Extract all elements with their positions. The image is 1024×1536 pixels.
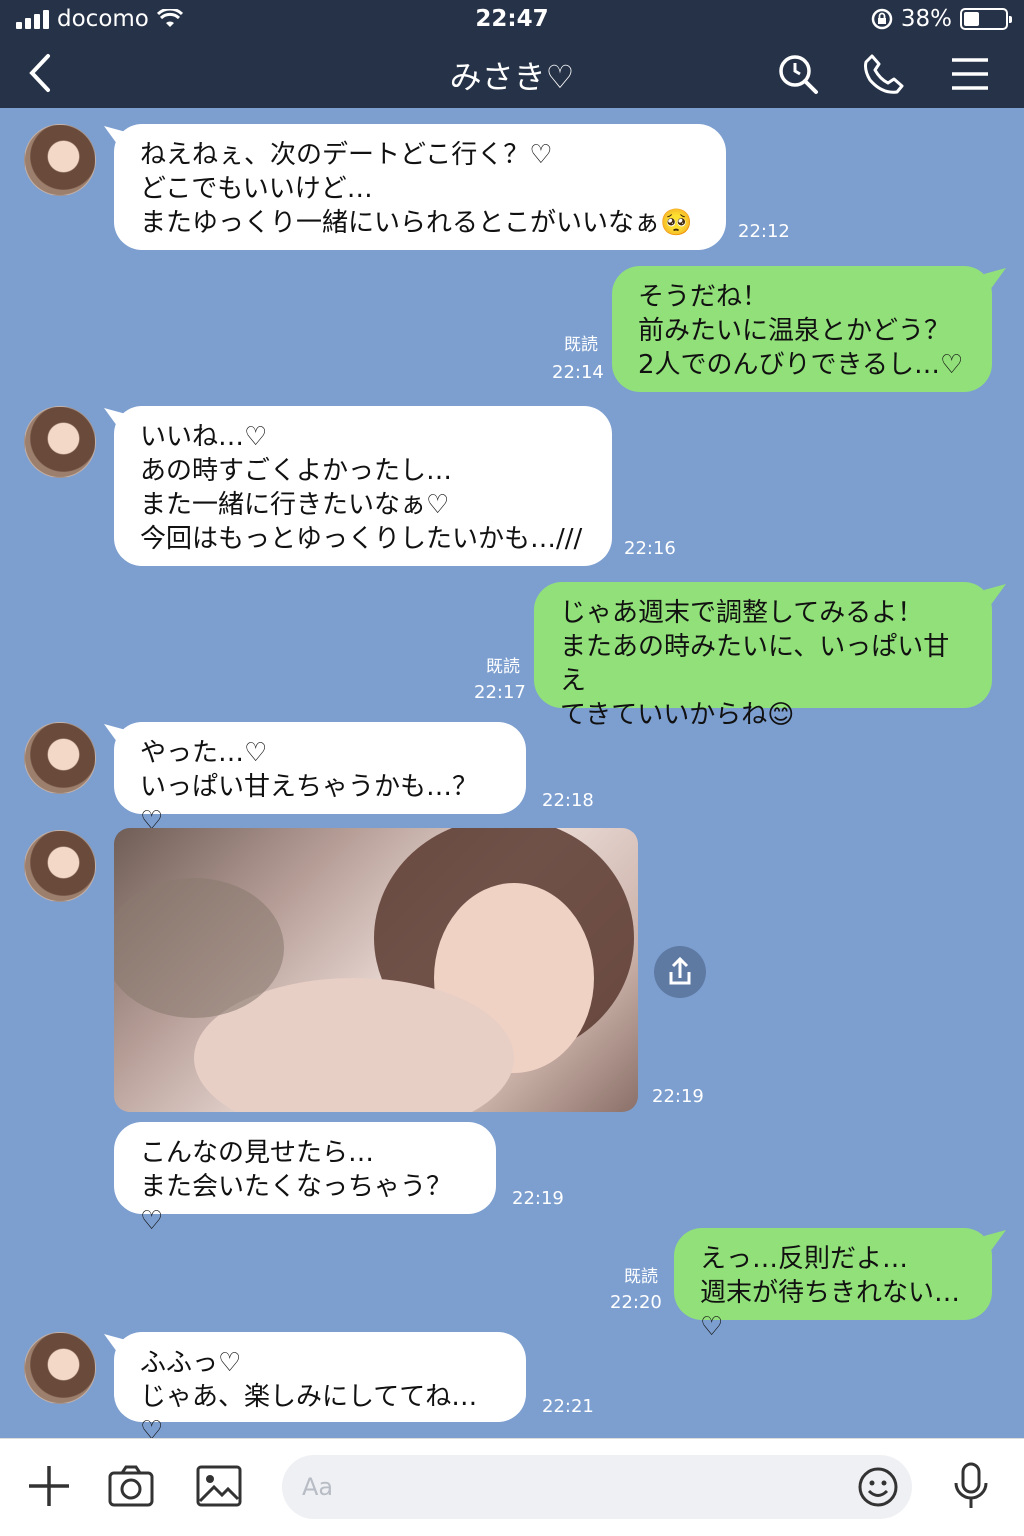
battery-icon bbox=[960, 8, 1012, 30]
message-time: 22:21 bbox=[542, 1396, 594, 1417]
photo-image bbox=[114, 828, 634, 1112]
message-bubble-incoming[interactable]: こんなの見せたら… また会いたくなっちゃう？♡ bbox=[114, 1122, 496, 1236]
status-right: 38% bbox=[871, 6, 1012, 32]
nav-bar: みさき♡ bbox=[0, 40, 1024, 108]
share-icon[interactable] bbox=[654, 946, 706, 998]
message-bubble-incoming[interactable]: ねえねぇ、次のデートどこ行く？♡ どこでもいいけど… またゆっくり一緒にいられる… bbox=[114, 124, 726, 250]
top-bar: docomo 22:47 38% みさき♡ bbox=[0, 0, 1024, 108]
wifi-icon bbox=[156, 9, 183, 27]
message-time: 22:18 bbox=[542, 790, 594, 811]
photo-message[interactable] bbox=[114, 828, 638, 1112]
message-input[interactable] bbox=[302, 1469, 842, 1505]
message-bubble-incoming[interactable]: ふふっ♡ じゃあ、楽しみにしててね…♡ bbox=[114, 1332, 526, 1446]
avatar[interactable] bbox=[24, 722, 96, 794]
message-time: 22:12 bbox=[738, 221, 790, 242]
bubble-tail bbox=[984, 584, 1006, 606]
status-left: docomo bbox=[16, 6, 183, 32]
avatar[interactable] bbox=[24, 406, 96, 478]
search-icon[interactable] bbox=[776, 52, 820, 96]
message-bubble-outgoing[interactable]: えっ…反則だよ… 週末が待ちきれない…♡ bbox=[674, 1228, 992, 1342]
emoji-icon[interactable] bbox=[856, 1465, 900, 1509]
status-bar: docomo 22:47 38% bbox=[0, 0, 1024, 40]
message-time: 22:20 bbox=[610, 1292, 662, 1313]
bubble-tail bbox=[984, 268, 1006, 290]
signal-icon bbox=[16, 9, 49, 29]
image-icon[interactable] bbox=[194, 1461, 244, 1511]
carrier-label: docomo bbox=[57, 6, 149, 32]
avatar[interactable] bbox=[24, 1332, 96, 1404]
input-bar bbox=[0, 1438, 1024, 1536]
message-time: 22:19 bbox=[512, 1188, 564, 1209]
battery-fill bbox=[964, 12, 980, 26]
message-input-field[interactable] bbox=[282, 1455, 912, 1519]
bubble-tail bbox=[984, 1230, 1006, 1252]
message-bubble-outgoing[interactable]: そうだね！ 前みたいに温泉とかどう？ 2人でのんびりできるし…♡ bbox=[612, 266, 992, 392]
message-bubble-incoming[interactable]: やった…♡ いっぱい甘えちゃうかも…？♡ bbox=[114, 722, 526, 836]
chat-area[interactable]: ねえねぇ、次のデートどこ行く？♡ どこでもいいけど… またゆっくり一緒にいられる… bbox=[0, 108, 1024, 1446]
read-receipt: 既読 bbox=[624, 1267, 658, 1287]
read-receipt: 既読 bbox=[564, 335, 598, 355]
message-time: 22:17 bbox=[474, 682, 526, 703]
read-receipt: 既読 bbox=[486, 657, 520, 677]
message-time: 22:16 bbox=[624, 538, 676, 559]
hamburger-menu-icon[interactable] bbox=[948, 52, 992, 96]
message-time: 22:14 bbox=[552, 362, 604, 383]
message-time: 22:19 bbox=[652, 1086, 704, 1107]
phone-icon[interactable] bbox=[862, 52, 906, 96]
camera-icon[interactable] bbox=[106, 1461, 156, 1511]
rotation-lock-icon bbox=[871, 8, 893, 30]
message-bubble-incoming[interactable]: いいね…♡ あの時すごくよかったし… また一緒に行きたいなぁ♡ 今回はもっとゆっ… bbox=[114, 406, 612, 566]
avatar[interactable] bbox=[24, 124, 96, 196]
chevron-left-icon[interactable] bbox=[22, 50, 62, 96]
plus-icon[interactable] bbox=[24, 1461, 74, 1511]
message-bubble-outgoing[interactable]: じゃあ週末で調整してみるよ！ またあの時みたいに、いっぱい甘え てきていいからね… bbox=[534, 582, 992, 730]
microphone-icon[interactable] bbox=[946, 1461, 996, 1511]
avatar[interactable] bbox=[24, 830, 96, 902]
battery-percent: 38% bbox=[900, 6, 952, 32]
